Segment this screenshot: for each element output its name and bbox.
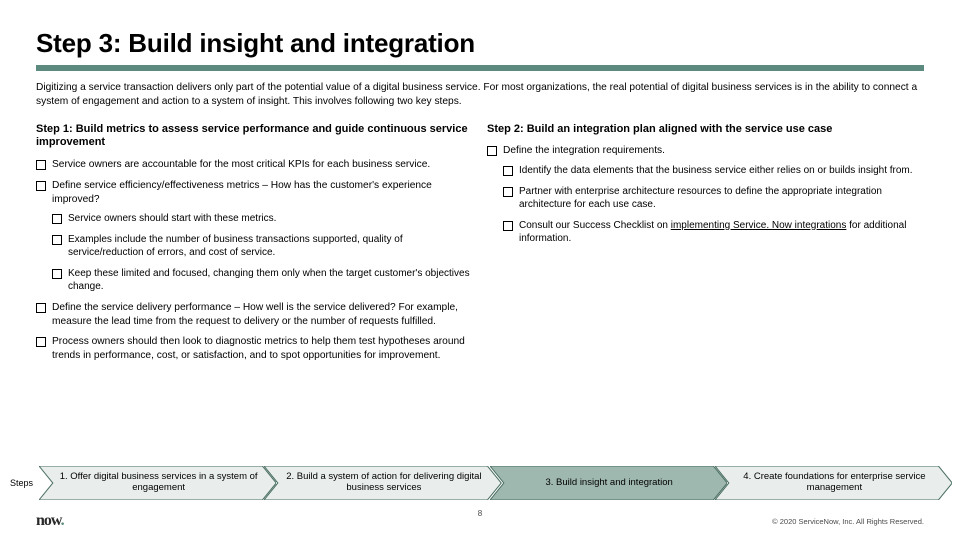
chevron-wrap: 1. Offer digital business services in a …	[39, 466, 952, 500]
step-chevron-1[interactable]: 1. Offer digital business services in a …	[39, 466, 276, 500]
right-heading: Step 2: Build an integration plan aligne…	[487, 123, 924, 137]
right-column: Step 2: Build an integration plan aligne…	[487, 123, 924, 370]
steps-bar: Steps 1. Offer digital business services…	[8, 466, 952, 500]
slide: Step 3: Build insight and integration Di…	[0, 0, 960, 540]
logo-dot-icon: .	[61, 512, 64, 529]
list-item: Examples include the number of business …	[52, 233, 473, 260]
left-column: Step 1: Build metrics to assess service …	[36, 123, 473, 370]
list-item: Identify the data elements that the busi…	[503, 164, 924, 178]
right-sublist: Identify the data elements that the busi…	[503, 164, 924, 246]
logo: now.	[36, 512, 64, 530]
list-item: Service owners should start with these m…	[52, 212, 473, 226]
left-heading: Step 1: Build metrics to assess service …	[36, 123, 473, 151]
step-chevron-3[interactable]: 3. Build insight and integration	[490, 466, 727, 500]
list-item: Define the integration requirements. Ide…	[487, 144, 924, 245]
list-item: Define the service delivery performance …	[36, 301, 473, 329]
left-sublist: Service owners should start with these m…	[52, 212, 473, 294]
list-item: Define service efficiency/effectiveness …	[36, 179, 473, 294]
right-checklist: Define the integration requirements. Ide…	[487, 144, 924, 245]
list-item: Partner with enterprise architecture res…	[503, 185, 924, 212]
list-item: Keep these limited and focused, changing…	[52, 267, 473, 294]
list-item: Process owners should then look to diagn…	[36, 335, 473, 363]
list-item: Service owners are accountable for the m…	[36, 158, 473, 172]
step-chevron-2[interactable]: 2. Build a system of action for deliveri…	[264, 466, 501, 500]
copyright: © 2020 ServiceNow, Inc. All Rights Reser…	[772, 517, 924, 526]
list-item: Consult our Success Checklist on impleme…	[503, 219, 924, 246]
footer: now. © 2020 ServiceNow, Inc. All Rights …	[36, 510, 924, 532]
page-title: Step 3: Build insight and integration	[36, 28, 924, 71]
steps-label: Steps	[8, 466, 39, 500]
step-chevron-4[interactable]: 4. Create foundations for enterprise ser…	[715, 466, 952, 500]
intro-paragraph: Digitizing a service transaction deliver…	[36, 81, 924, 109]
two-column-layout: Step 1: Build metrics to assess service …	[36, 123, 924, 370]
left-checklist: Service owners are accountable for the m…	[36, 158, 473, 363]
link-integrations[interactable]: implementing Service. Now integrations	[671, 220, 847, 231]
